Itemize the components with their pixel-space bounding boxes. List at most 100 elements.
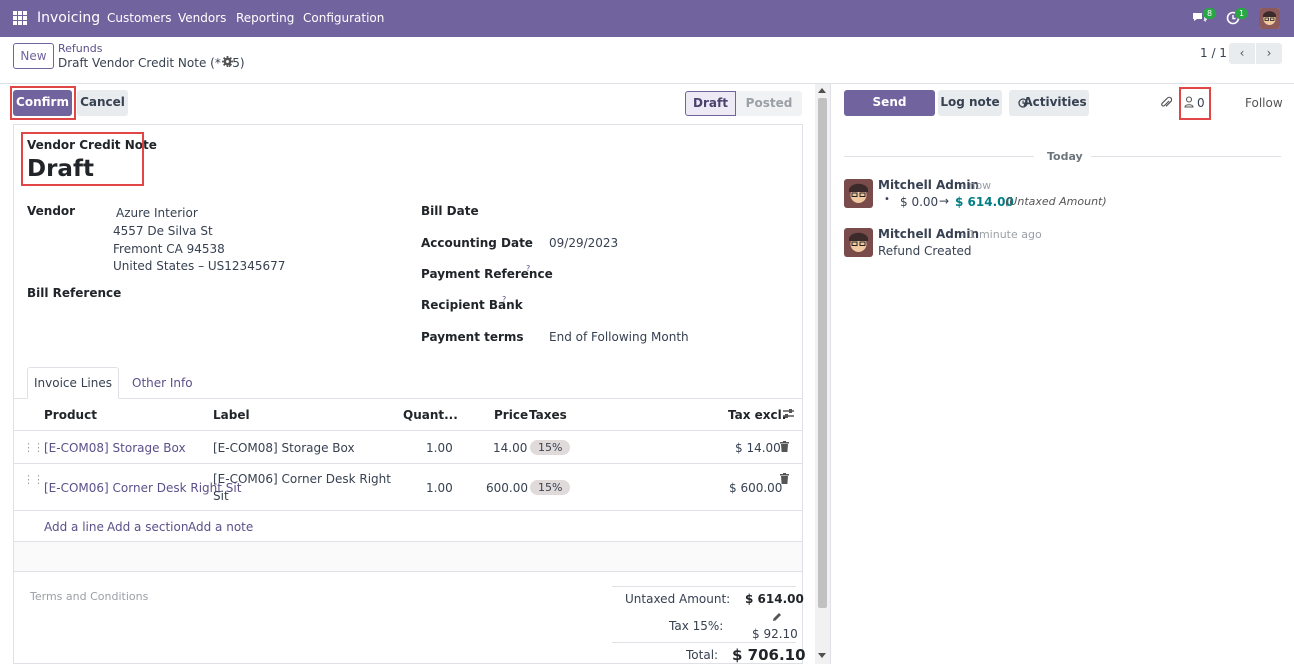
untaxed-amount-label: Untaxed Amount:: [625, 592, 731, 606]
control-panel: New Refunds Draft Vendor Credit Note (* …: [0, 37, 1294, 84]
add-note-link[interactable]: Add a note: [188, 520, 253, 534]
row-label[interactable]: [E-COM06] Corner Desk Right: [213, 472, 391, 486]
menu-vendors[interactable]: Vendors: [178, 11, 226, 25]
messages-badge: 8: [1203, 8, 1217, 19]
row-product[interactable]: [E-COM06] Corner Desk Right Sit: [44, 481, 241, 495]
chatter-panel: [830, 84, 1294, 664]
row-price[interactable]: 14.00: [493, 441, 527, 455]
follow-button[interactable]: Follow: [1245, 96, 1283, 110]
send-message-button[interactable]: Send message: [844, 90, 935, 133]
recipient-bank-label: Recipient Bank: [421, 298, 523, 312]
vendor-field[interactable]: Azure Interior: [116, 206, 198, 220]
message-time: - 1 minute ago: [961, 228, 1042, 241]
tracking-field: (Untaxed Amount): [1005, 195, 1107, 208]
scrollbar-thumb[interactable]: [818, 98, 827, 608]
payment-terms-label: Payment terms: [421, 330, 524, 344]
payment-reference-label: Payment Reference: [421, 267, 553, 281]
gear-icon[interactable]: [222, 56, 233, 70]
bill-date-label: Bill Date: [421, 204, 479, 218]
tax-tag[interactable]: 15%: [530, 480, 571, 495]
status-posted[interactable]: Posted: [736, 91, 802, 116]
column-header-tax-excl[interactable]: Tax excl.: [728, 408, 786, 422]
row-subtotal: $ 600.00: [729, 481, 783, 495]
breadcrumb-refunds[interactable]: Refunds: [58, 42, 102, 55]
paperclip-icon[interactable]: [1160, 96, 1173, 112]
tabs-divider: [14, 398, 802, 399]
column-header-label[interactable]: Label: [213, 408, 250, 422]
help-tooltip-icon[interactable]: ?: [502, 295, 506, 304]
date-separator-line: [1091, 156, 1281, 157]
cancel-button[interactable]: Cancel: [77, 90, 128, 116]
form-scrollbar[interactable]: [815, 84, 830, 664]
menu-customers[interactable]: Customers: [107, 11, 172, 25]
help-tooltip-icon[interactable]: ?: [526, 264, 530, 273]
optional-columns-icon[interactable]: [782, 408, 795, 422]
arrow-right-icon: →: [939, 194, 950, 208]
column-header-product[interactable]: Product: [44, 408, 97, 422]
tax-value: $ 92.10: [752, 627, 798, 641]
message-body: Refund Created: [878, 244, 972, 258]
table-divider: [14, 510, 802, 511]
menu-configuration[interactable]: Configuration: [303, 11, 384, 25]
tab-invoice-lines[interactable]: Invoice Lines: [27, 367, 119, 399]
row-label-continued[interactable]: Sit: [213, 489, 229, 503]
activities-button-label: Activities: [1023, 95, 1087, 109]
pager-previous-button[interactable]: ‹: [1229, 43, 1255, 64]
top-navbar: Invoicing Customers Vendors Reporting Co…: [0, 0, 1294, 37]
vendor-label: Vendor: [27, 204, 76, 218]
payment-terms-field[interactable]: End of Following Month: [549, 330, 689, 344]
accounting-date-label: Accounting Date: [421, 236, 533, 250]
totals-divider: [612, 642, 796, 643]
drag-handle-icon[interactable]: ⋮⋮: [23, 473, 44, 486]
row-label[interactable]: [E-COM08] Storage Box: [213, 441, 355, 455]
table-footer: [14, 541, 802, 572]
row-subtotal: $ 14.00: [735, 441, 781, 455]
record-title: Draft Vendor Credit Note (* 45): [58, 56, 245, 70]
terms-conditions-field[interactable]: Terms and Conditions: [30, 590, 148, 603]
pager-value[interactable]: 1 / 1: [1200, 46, 1227, 60]
title-highlight: [21, 132, 144, 186]
total-label: Total:: [686, 648, 719, 662]
vendor-address-line: 4557 De Silva St: [113, 224, 213, 238]
date-separator: Today: [1047, 150, 1083, 163]
trash-icon[interactable]: [780, 441, 789, 455]
author-avatar[interactable]: [844, 179, 873, 208]
column-header-taxes[interactable]: Taxes: [529, 408, 567, 422]
row-quantity[interactable]: 1.00: [426, 481, 453, 495]
user-avatar[interactable]: [1259, 8, 1280, 29]
trash-icon[interactable]: [780, 473, 789, 487]
tab-other-info[interactable]: Other Info: [132, 376, 193, 390]
column-header-price[interactable]: Price: [494, 408, 528, 422]
tax-label: Tax 15%:: [669, 619, 724, 633]
apps-menu-icon[interactable]: [13, 11, 27, 25]
list-bullet: •: [884, 194, 890, 205]
row-quantity[interactable]: 1.00: [426, 441, 453, 455]
bill-reference-label: Bill Reference: [27, 286, 122, 300]
row-price[interactable]: 600.00: [486, 481, 528, 495]
totals-divider: [612, 586, 796, 587]
status-draft[interactable]: Draft: [685, 91, 736, 116]
tax-tag[interactable]: 15%: [530, 440, 571, 455]
date-separator-line: [844, 156, 1034, 157]
author-avatar[interactable]: [844, 228, 873, 257]
followers-highlight: [1179, 87, 1211, 120]
drag-handle-icon[interactable]: ⋮⋮: [23, 441, 44, 454]
pager-next-button[interactable]: ›: [1256, 43, 1282, 64]
add-line-link[interactable]: Add a line: [44, 520, 104, 534]
vendor-address-line: Fremont CA 94538: [113, 242, 225, 256]
column-header-quantity[interactable]: Quant...: [403, 408, 458, 422]
activities-badge: 1: [1235, 8, 1249, 19]
app-brand[interactable]: Invoicing: [37, 10, 100, 26]
vendor-address-line: United States – US12345677: [113, 259, 286, 273]
bill-date-field[interactable]: [549, 200, 789, 220]
row-product[interactable]: [E-COM08] Storage Box: [44, 441, 186, 455]
add-section-link[interactable]: Add a section: [107, 520, 188, 534]
untaxed-amount-value: $ 614.00: [745, 592, 804, 606]
accounting-date-field[interactable]: 09/29/2023: [549, 236, 618, 250]
tracking-old-value: $ 0.00: [900, 195, 939, 209]
menu-reporting[interactable]: Reporting: [236, 11, 294, 25]
message-time: - now: [961, 179, 992, 192]
pencil-icon[interactable]: [772, 611, 782, 625]
log-note-button[interactable]: Log note: [938, 90, 1002, 116]
new-button[interactable]: New: [13, 43, 54, 69]
